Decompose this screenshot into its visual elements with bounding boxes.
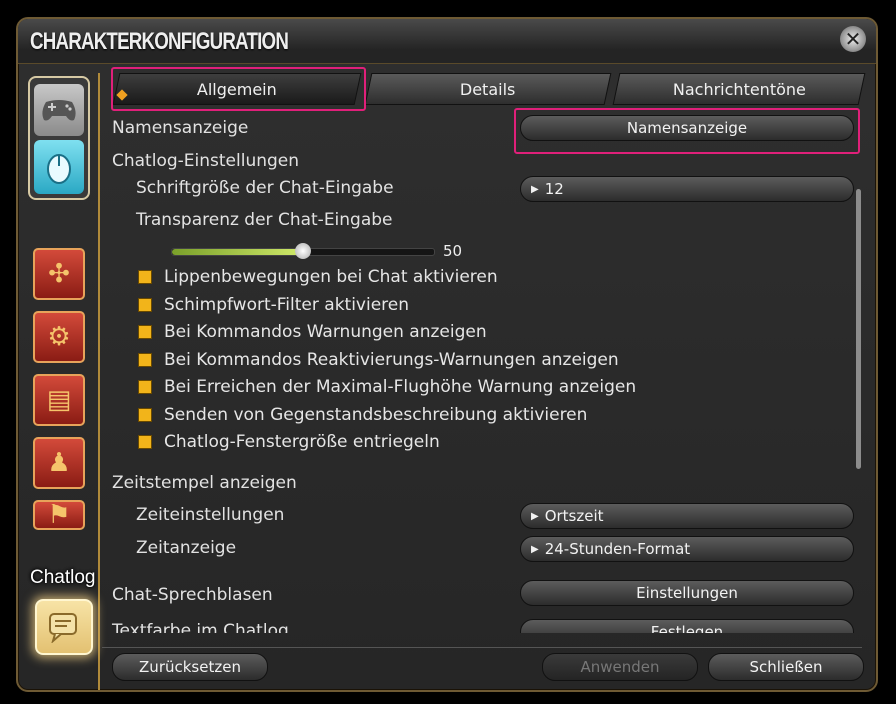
- tab-details[interactable]: Details: [364, 73, 612, 105]
- footer-divider: [102, 647, 862, 648]
- clipped-row: Textfarbe im Chatlog Festlegen: [102, 617, 862, 633]
- checkbox-label: Schimpfwort-Filter aktivieren: [164, 294, 410, 315]
- title-bar[interactable]: CHARAKTERKONFIGURATION ✕: [18, 19, 876, 64]
- bubbles-label: Chat-Sprechblasen: [112, 585, 273, 605]
- checkbox-row[interactable]: Bei Kommandos Reaktivierungs-Warnungen a…: [138, 348, 619, 372]
- checkbox-row[interactable]: Senden von Gegenstandsbeschreibung aktiv…: [138, 403, 587, 427]
- id-card-icon[interactable]: ▤: [33, 374, 85, 426]
- tab-label: Nachrichtentöne: [672, 79, 806, 99]
- checkbox[interactable]: [138, 270, 152, 284]
- time-display-dropdown[interactable]: ▶ 24-Stunden-Format: [520, 536, 854, 562]
- slider-thumb[interactable]: [295, 243, 311, 259]
- time-display-value: 24-Stunden-Format: [544, 540, 691, 558]
- checkbox[interactable]: [138, 407, 152, 422]
- font-size-value: 12: [544, 180, 564, 198]
- checkbox-row[interactable]: Chatlog-Fenstergröße entriegeln: [138, 430, 440, 454]
- window-title: CHARAKTERKONFIGURATION: [30, 28, 289, 55]
- chatlog-section-title: Chatlog-Einstellungen: [112, 151, 300, 171]
- checkbox[interactable]: [138, 325, 152, 339]
- timestamp-section-title: Zeitstempel anzeigen: [112, 473, 297, 493]
- config-window: CHARAKTERKONFIGURATION ✕ ✣ ⚙ ▤ ♟ ⚑ Chatl…: [16, 17, 878, 692]
- scrollbar[interactable]: [856, 189, 861, 469]
- close-icon[interactable]: ✕: [840, 26, 866, 52]
- checkbox[interactable]: [138, 352, 152, 367]
- checkbox[interactable]: [138, 297, 152, 312]
- tab-nachrichtentoene[interactable]: Nachrichtentöne: [612, 73, 866, 105]
- textcolor-label: Textfarbe im Chatlog: [112, 621, 289, 633]
- flag-icon[interactable]: ⚑: [33, 500, 85, 530]
- checkbox-row[interactable]: Bei Kommandos Warnungen anzeigen: [138, 320, 487, 344]
- time-settings-dropdown[interactable]: ▶ Ortszeit: [520, 503, 854, 529]
- time-display-label: Zeitanzeige: [136, 538, 237, 558]
- triangle-right-icon: ▶: [531, 543, 539, 555]
- slider-fill: [172, 249, 303, 255]
- transparency-slider[interactable]: [171, 243, 435, 259]
- close-button[interactable]: Schließen: [708, 653, 864, 681]
- namensanzeige-label: Namensanzeige: [112, 118, 249, 138]
- font-size-dropdown[interactable]: ▶ 12: [520, 176, 854, 202]
- transparency-label: Transparenz der Chat-Eingabe: [136, 210, 393, 230]
- triangle-right-icon: ▶: [531, 183, 539, 195]
- sidebar: ✣ ⚙ ▤ ♟ ⚑ Chatlog: [26, 73, 96, 655]
- apply-button[interactable]: Anwenden: [542, 653, 698, 681]
- checkbox[interactable]: [138, 380, 152, 394]
- font-size-label: Schriftgröße der Chat-Eingabe: [136, 178, 394, 198]
- checkbox-label: Senden von Gegenstandsbeschreibung aktiv…: [164, 404, 588, 425]
- checkbox-row[interactable]: Lippenbewegungen bei Chat aktivieren: [138, 265, 498, 289]
- checkbox[interactable]: [138, 435, 152, 449]
- checkbox-label: Bei Kommandos Warnungen anzeigen: [164, 322, 487, 342]
- input-mode-group: [28, 76, 90, 200]
- checkbox-label: Lippenbewegungen bei Chat aktivieren: [164, 267, 498, 287]
- checkbox-label: Bei Erreichen der Maximal-Flughöhe Warnu…: [164, 377, 637, 397]
- time-settings-value: Ortszeit: [544, 507, 604, 525]
- checkbox-row[interactable]: Schimpfwort-Filter aktivieren: [138, 293, 409, 317]
- tab-highlight-frame: [111, 67, 366, 111]
- chat-bubble-icon[interactable]: [35, 599, 93, 655]
- crossed-arrows-icon[interactable]: ✣: [33, 248, 85, 300]
- button-highlight-frame: [514, 108, 860, 154]
- chatlog-tooltip: Chatlog: [30, 567, 96, 588]
- checkbox-label: Chatlog-Fenstergröße entriegeln: [164, 432, 440, 452]
- gamepad-icon[interactable]: [34, 84, 84, 136]
- gear-bag-icon[interactable]: ⚙: [33, 311, 85, 363]
- reset-button[interactable]: Zurücksetzen: [112, 653, 268, 681]
- triangle-right-icon: ▶: [531, 510, 539, 522]
- checkbox-row[interactable]: Bei Erreichen der Maximal-Flughöhe Warnu…: [138, 375, 636, 399]
- tab-label: Details: [460, 79, 516, 99]
- textcolor-set-button[interactable]: Festlegen: [520, 619, 854, 633]
- sidebar-divider: [98, 73, 100, 690]
- mouse-icon[interactable]: [34, 140, 84, 194]
- character-card-icon[interactable]: ♟: [33, 437, 85, 489]
- checkbox-label: Bei Kommandos Reaktivierungs-Warnungen a…: [164, 349, 619, 370]
- time-settings-label: Zeiteinstellungen: [136, 505, 285, 525]
- bubbles-settings-button[interactable]: Einstellungen: [520, 580, 854, 606]
- transparency-value: 50: [443, 242, 463, 260]
